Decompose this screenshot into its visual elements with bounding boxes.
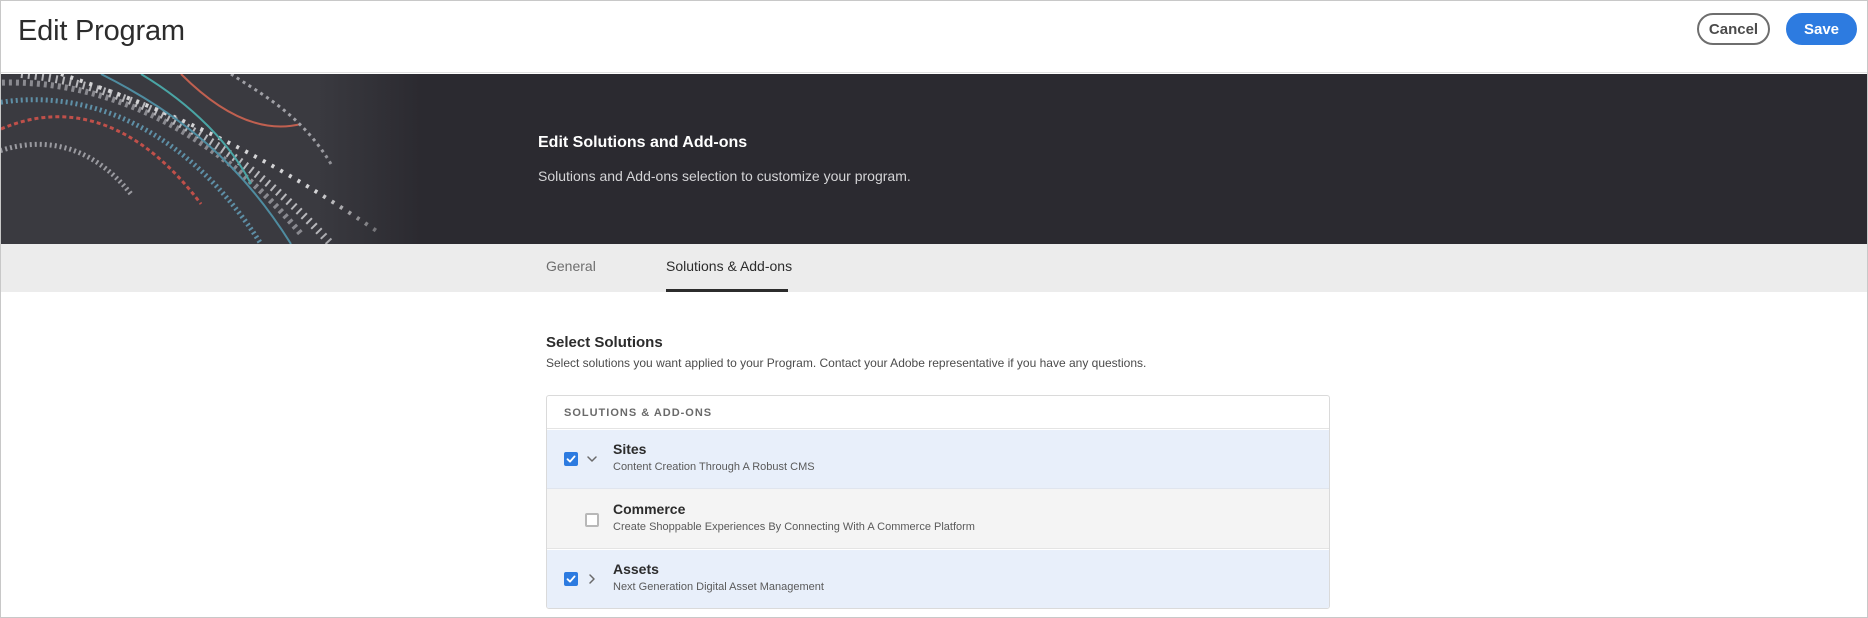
top-bar: Edit Program Cancel Save xyxy=(1,1,1867,73)
checkmark-icon xyxy=(566,455,576,463)
chevron-right-icon[interactable] xyxy=(586,573,598,585)
row-description: Next Generation Digital Asset Management xyxy=(613,581,824,593)
hero-title: Edit Solutions and Add-ons xyxy=(538,134,748,151)
hero-decorative-image xyxy=(1,74,421,244)
edit-program-window: Edit Program Cancel Save Edit Solutions … xyxy=(0,0,1868,618)
row-name: Commerce xyxy=(613,501,686,517)
table-header-label: SOLUTIONS & ADD-ONS xyxy=(564,407,713,419)
hero-subtitle: Solutions and Add-ons selection to custo… xyxy=(538,168,911,184)
row-name: Assets xyxy=(613,561,659,577)
checkmark-icon xyxy=(566,575,576,583)
solution-row-assets: Assets Next Generation Digital Asset Man… xyxy=(547,550,1329,608)
commerce-checkbox[interactable] xyxy=(585,513,599,527)
row-description: Content Creation Through A Robust CMS xyxy=(613,461,815,473)
tab-general[interactable]: General xyxy=(546,258,596,274)
chevron-down-icon[interactable] xyxy=(586,453,598,465)
assets-checkbox[interactable] xyxy=(564,572,578,586)
solution-row-sites: Sites Content Creation Through A Robust … xyxy=(547,430,1329,489)
tab-solutions-add-ons[interactable]: Solutions & Add-ons xyxy=(666,258,792,274)
page-title: Edit Program xyxy=(18,15,185,47)
tab-bar: General Solutions & Add-ons xyxy=(1,244,1867,292)
table-header: SOLUTIONS & ADD-ONS xyxy=(547,396,1329,429)
active-tab-indicator xyxy=(666,289,788,292)
solutions-table: SOLUTIONS & ADD-ONS Sites Content Creati… xyxy=(546,395,1330,609)
section-title: Select Solutions xyxy=(546,334,663,351)
solution-row-commerce: Commerce Create Shoppable Experiences By… xyxy=(547,489,1329,549)
cancel-button[interactable]: Cancel xyxy=(1697,13,1770,45)
section-description: Select solutions you want applied to you… xyxy=(546,356,1147,370)
hero-banner: Edit Solutions and Add-ons Solutions and… xyxy=(1,74,1867,244)
save-button[interactable]: Save xyxy=(1786,13,1857,45)
sites-checkbox[interactable] xyxy=(564,452,578,466)
row-description: Create Shoppable Experiences By Connecti… xyxy=(613,521,975,533)
row-name: Sites xyxy=(613,441,647,457)
